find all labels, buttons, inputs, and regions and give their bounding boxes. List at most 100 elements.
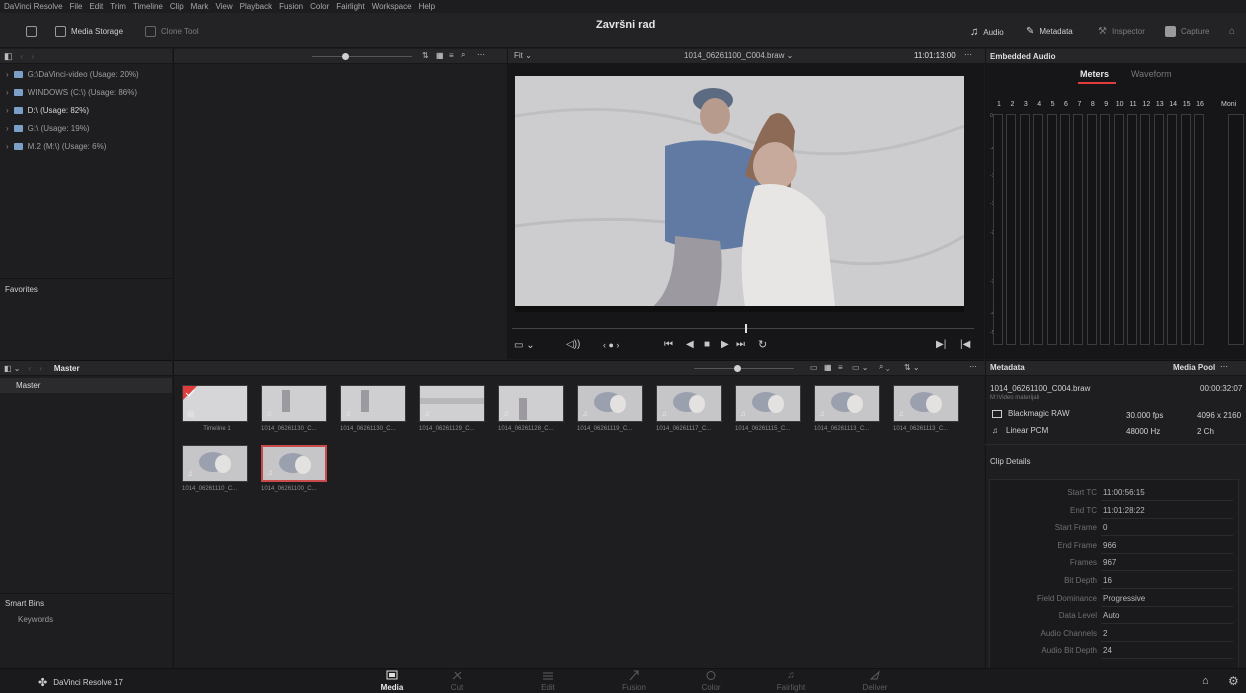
zoom-select[interactable]: Fit ⌄ <box>514 51 532 60</box>
sidebar-toggle-icon[interactable]: ◧ ⌄ <box>4 364 20 373</box>
list-view-icon[interactable]: ≡ <box>449 51 454 60</box>
menu-fusion[interactable]: Fusion <box>279 2 303 11</box>
settings-gear-icon[interactable]: ⚙ <box>1228 674 1239 688</box>
clip-thumbnail[interactable]: ▤ <box>182 385 248 422</box>
viewer-clip-name[interactable]: 1014_06261100_C004.braw ⌄ <box>684 51 793 60</box>
loop-icon[interactable]: ↻ <box>758 338 767 351</box>
menu-trim[interactable]: Trim <box>110 2 126 11</box>
thumb-size-slider[interactable] <box>312 56 412 57</box>
menu-color[interactable]: Color <box>310 2 329 11</box>
nav-forward-icon[interactable]: › <box>39 364 42 373</box>
panel-toggle-button[interactable] <box>26 26 37 37</box>
clone-tool-button[interactable]: Clone Tool <box>145 26 199 37</box>
more-options-icon[interactable]: ⋯ <box>969 362 977 371</box>
go-to-start-icon[interactable]: ⏮ <box>664 339 673 350</box>
thumb-size-slider[interactable] <box>694 368 794 369</box>
mark-out-icon[interactable]: ▶| <box>936 339 946 350</box>
clip-thumbnail[interactable]: ♫ <box>261 445 327 482</box>
playhead[interactable] <box>745 324 747 333</box>
clip-thumbnail[interactable]: ♫ <box>814 385 880 422</box>
menu-workspace[interactable]: Workspace <box>372 2 412 11</box>
capture-button[interactable]: Capture <box>1165 26 1209 37</box>
smart-bin-keywords[interactable]: Keywords <box>18 615 53 624</box>
detail-value[interactable]: 2 <box>1103 629 1107 638</box>
metadata-button[interactable]: ✎ Metadata <box>1026 26 1073 37</box>
nav-back-icon[interactable]: ‹ <box>21 52 24 61</box>
clip-thumbnail[interactable]: ♫ <box>577 385 643 422</box>
storage-drive[interactable]: › WINDOWS (C:\) (Usage: 86%) <box>6 88 137 97</box>
menu-edit[interactable]: Edit <box>89 2 103 11</box>
menu-help[interactable]: Help <box>419 2 435 11</box>
list-view-icon[interactable]: ≡ <box>838 363 843 372</box>
nav-back-icon[interactable]: ‹ <box>28 364 31 373</box>
menu-view[interactable]: View <box>215 2 232 11</box>
page-edit[interactable]: Edit <box>523 670 573 692</box>
mark-in-icon[interactable]: |◀ <box>960 339 970 350</box>
sort-icon[interactable]: ⇅ ⌄ <box>904 363 920 372</box>
slider-handle[interactable] <box>342 53 349 60</box>
media-storage-button[interactable]: Media Storage <box>55 26 123 37</box>
play-reverse-icon[interactable]: ◀ <box>686 339 694 350</box>
viewer-mode-icon[interactable]: ▭ ⌄ <box>514 340 535 351</box>
page-fusion[interactable]: Fusion <box>609 670 659 692</box>
detail-value[interactable]: 966 <box>1103 541 1116 550</box>
filmstrip-view-icon[interactable]: ▭ ⌄ <box>852 363 868 372</box>
menu-fairlight[interactable]: Fairlight <box>336 2 364 11</box>
detail-value[interactable]: Auto <box>1103 611 1119 620</box>
clip-thumbnail[interactable]: ♫ <box>893 385 959 422</box>
thumbnail-view-icon[interactable]: ▦ <box>436 51 444 60</box>
clip-thumbnail[interactable]: ♫ <box>182 445 248 482</box>
more-options-icon[interactable]: ⋯ <box>1220 362 1228 371</box>
storage-drive[interactable]: › M.2 (M:\) (Usage: 6%) <box>6 142 106 151</box>
clip-thumbnail[interactable]: ♫ <box>735 385 801 422</box>
menu-timeline[interactable]: Timeline <box>133 2 163 11</box>
thumbnail-view-icon[interactable]: ▦ <box>824 363 832 372</box>
page-cut[interactable]: Cut <box>432 670 482 692</box>
page-fairlight[interactable]: ♫ Fairlight <box>766 670 816 692</box>
detail-value[interactable]: 24 <box>1103 646 1112 655</box>
page-media[interactable]: Media <box>367 670 417 692</box>
menu-file[interactable]: File <box>70 2 83 11</box>
sort-icon[interactable]: ⇅ <box>422 51 429 60</box>
detail-value[interactable]: Progressive <box>1103 594 1145 603</box>
stop-icon[interactable]: ■ <box>704 339 710 350</box>
menu-davinci-resolve[interactable]: DaVinci Resolve <box>4 2 63 11</box>
detail-value[interactable]: 11:00:56:15 <box>1103 488 1145 497</box>
jog-control-icon[interactable]: ‹ ● › <box>603 340 619 350</box>
inspector-button[interactable]: ⚒ Inspector <box>1098 26 1145 37</box>
bin-item-master[interactable]: Master <box>0 378 172 393</box>
detail-value[interactable]: 16 <box>1103 576 1112 585</box>
search-icon[interactable]: ⌕ <box>461 50 465 60</box>
page-color[interactable]: Color <box>686 670 736 692</box>
detail-value[interactable]: 967 <box>1103 558 1116 567</box>
clip-thumbnail[interactable]: ♫ <box>419 385 485 422</box>
scrubber-bar[interactable] <box>512 328 974 329</box>
clip-thumbnail[interactable]: ♫ <box>656 385 722 422</box>
storage-drive[interactable]: › G:\DaVinci-video (Usage: 20%) <box>6 70 139 79</box>
clip-thumbnail[interactable]: ♫ <box>261 385 327 422</box>
storage-drive[interactable]: › D:\ (Usage: 82%) <box>6 106 89 115</box>
go-to-end-icon[interactable]: ⏭ <box>736 339 745 350</box>
metadata-view-icon[interactable]: ▭ <box>810 363 818 372</box>
volume-icon[interactable]: ◁)) <box>566 339 580 350</box>
audio-button[interactable]: ♫ Audio <box>970 26 1004 38</box>
menu-playback[interactable]: Playback <box>240 2 272 11</box>
storage-drive[interactable]: › G:\ (Usage: 19%) <box>6 124 89 133</box>
clip-thumbnail[interactable]: ♫ <box>498 385 564 422</box>
more-options-icon[interactable]: ⋯ <box>477 50 485 59</box>
search-icon[interactable]: ⌕ ⌄ <box>879 362 889 372</box>
slider-handle[interactable] <box>734 365 741 372</box>
detail-value[interactable]: 11:01:28:22 <box>1103 506 1145 515</box>
detail-value[interactable]: 0 <box>1103 523 1107 532</box>
menu-mark[interactable]: Mark <box>191 2 209 11</box>
sidebar-toggle-icon[interactable]: ◧ <box>4 51 13 62</box>
more-options-icon[interactable]: ⋯ <box>964 50 972 59</box>
tab-meters[interactable]: Meters <box>1080 69 1109 79</box>
more-panel-button[interactable]: ⌂ <box>1229 26 1235 37</box>
play-icon[interactable]: ▶ <box>721 339 729 350</box>
clip-thumbnail[interactable]: ♫ <box>340 385 406 422</box>
tab-waveform[interactable]: Waveform <box>1131 69 1172 79</box>
menu-clip[interactable]: Clip <box>170 2 184 11</box>
nav-forward-icon[interactable]: › <box>31 52 34 61</box>
home-icon[interactable]: ⌂ <box>1202 675 1209 687</box>
